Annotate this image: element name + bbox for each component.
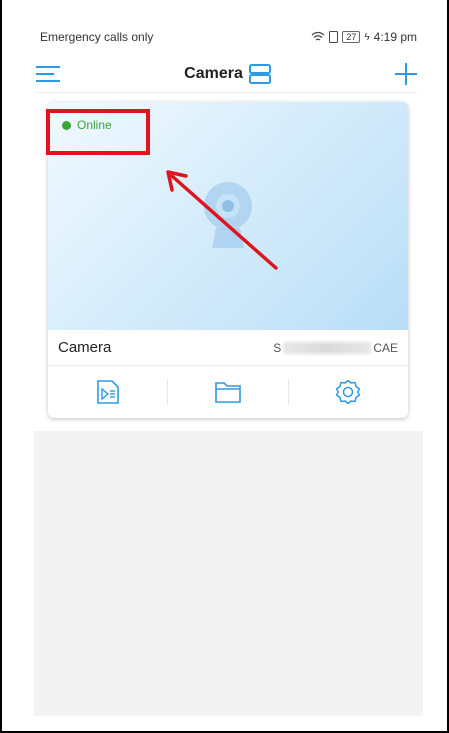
wifi-icon	[311, 31, 325, 41]
app-header: Camera	[36, 56, 417, 93]
clock: 4:19 pm	[373, 30, 417, 44]
battery-indicator: 27	[342, 31, 361, 43]
charging-icon: ϟ	[364, 31, 370, 43]
settings-icon	[336, 379, 361, 405]
page-title: Camera	[184, 65, 243, 82]
annotation-arrow-icon	[166, 170, 278, 270]
empty-area	[34, 431, 423, 716]
add-device-button[interactable]	[394, 63, 417, 85]
device-actions	[48, 366, 408, 418]
annotation-highlight-box	[46, 109, 150, 155]
playback-button[interactable]	[48, 366, 167, 418]
carrier-text: Emergency calls only	[40, 30, 154, 44]
menu-button[interactable]	[36, 65, 60, 83]
redacted-serial	[283, 341, 372, 354]
add-icon	[394, 63, 417, 85]
menu-icon	[36, 66, 60, 82]
sim-icon	[329, 31, 339, 43]
device-info-row: Camera S CAE	[48, 330, 408, 366]
device-name: Camera	[58, 339, 112, 356]
device-serial: S CAE	[273, 340, 398, 355]
status-bar: Emergency calls only 27 ϟ 4:19 pm	[40, 28, 417, 46]
files-button[interactable]	[168, 366, 287, 418]
layout-icon	[248, 64, 271, 84]
playback-icon	[96, 380, 119, 404]
layout-toggle-button[interactable]	[248, 64, 271, 84]
folder-icon	[215, 382, 241, 403]
device-settings-button[interactable]	[289, 366, 408, 418]
